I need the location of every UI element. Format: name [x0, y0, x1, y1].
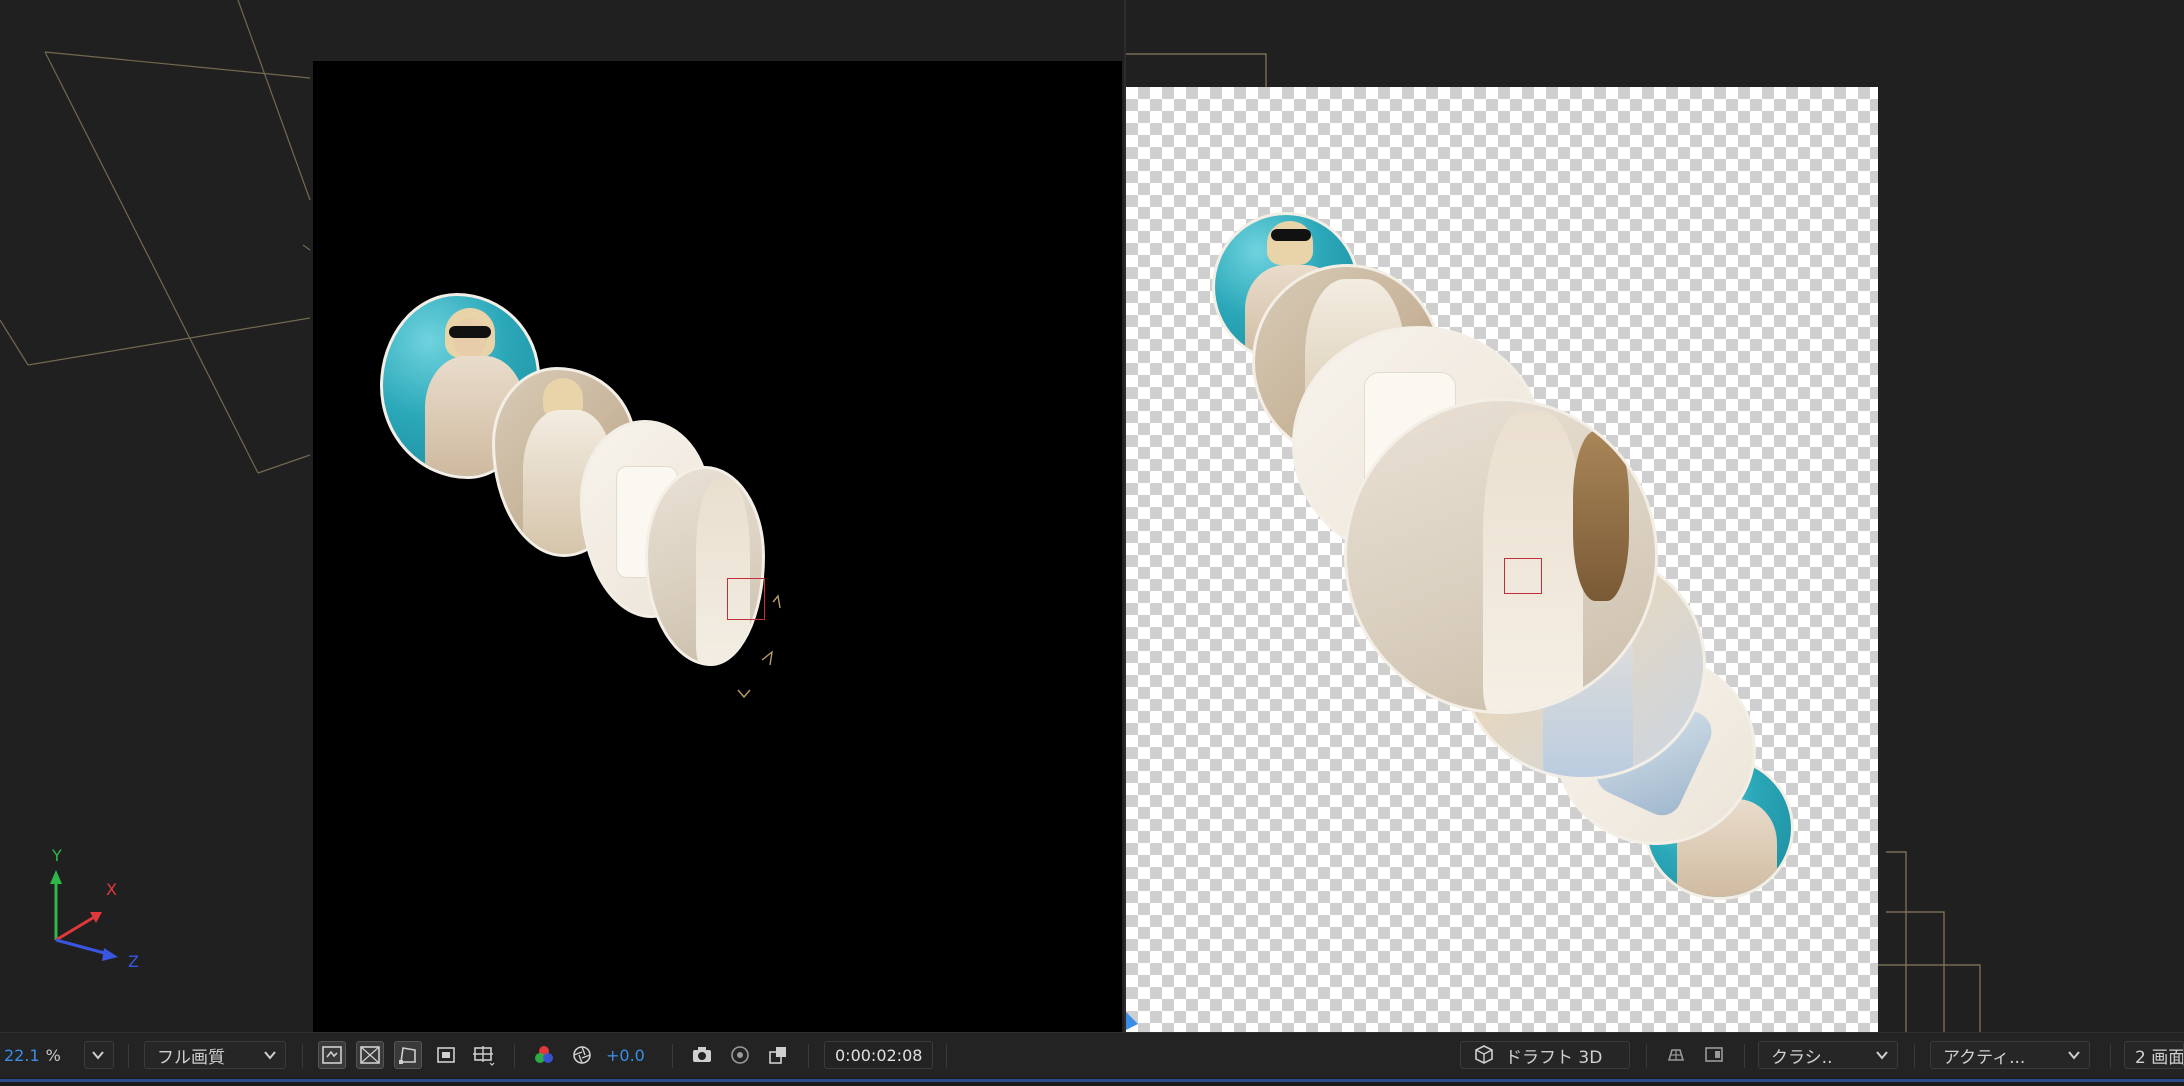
- draft-3d-icon: [1475, 1045, 1493, 1064]
- renderer-options-button[interactable]: [1700, 1039, 1728, 1071]
- draft-3d-toggle[interactable]: ドラフト 3D: [1460, 1039, 1630, 1071]
- pixel-aspect-button[interactable]: [764, 1039, 792, 1071]
- transparency-grid-button[interactable]: [356, 1039, 384, 1071]
- rgb-channels-icon: [535, 1046, 553, 1063]
- fast-previews-button[interactable]: [318, 1039, 346, 1071]
- zoom-unit: %: [45, 1045, 61, 1065]
- snapshot-button[interactable]: [688, 1039, 716, 1071]
- fast-preview-icon: [322, 1046, 342, 1064]
- renderer-icon: [1705, 1047, 1723, 1062]
- axis-y-label: Y: [52, 846, 62, 865]
- extended-viewer-button[interactable]: [1662, 1039, 1690, 1071]
- right-composition-viewer[interactable]: [1126, 0, 2184, 1032]
- resolution-dropdown[interactable]: フル画質: [144, 1039, 286, 1071]
- toolbar-separator: [514, 1044, 515, 1068]
- resolution-label: フル画質: [157, 1047, 225, 1068]
- ground-plane-icon: [1667, 1049, 1685, 1061]
- view-count-dropdown[interactable]: 2 画面: [2124, 1039, 2184, 1071]
- mask-path-icon: [399, 1047, 416, 1064]
- mask-visibility-button[interactable]: [394, 1039, 422, 1071]
- toolbar-separator: [2110, 1044, 2111, 1068]
- toolbar-separator: [808, 1044, 809, 1068]
- toolbar-separator: [1646, 1044, 1647, 1068]
- transparency-grid-icon: [360, 1046, 380, 1064]
- zoom-dropdown[interactable]: [84, 1039, 114, 1071]
- toolbar-separator: [672, 1044, 673, 1068]
- color-channels-button[interactable]: [530, 1039, 558, 1071]
- draft-3d-label: ドラフト 3D: [1505, 1047, 1603, 1068]
- axis-x-label: X: [106, 880, 117, 899]
- active-camera-dropdown[interactable]: アクティ...: [1930, 1039, 2090, 1071]
- zoom-level[interactable]: 22.1 %: [4, 1039, 61, 1071]
- view-layout-label: クラシ..: [1771, 1047, 1833, 1068]
- grid-guides-button[interactable]: [470, 1039, 498, 1071]
- chevron-down-icon: [1876, 1051, 1888, 1060]
- current-time-display[interactable]: 0:00:02:08: [824, 1039, 934, 1071]
- motion-path-guides: [737, 594, 781, 699]
- bottom-accent-strip: [0, 1078, 2184, 1086]
- active-camera-label: アクティ...: [1943, 1047, 2026, 1068]
- show-snapshot-button[interactable]: [726, 1039, 754, 1071]
- toolbar-separator: [128, 1044, 129, 1068]
- axis-z-label: Z: [128, 952, 139, 971]
- view-layout-dropdown[interactable]: クラシ..: [1758, 1039, 1898, 1071]
- region-of-interest-icon: [437, 1047, 455, 1063]
- exposure-reset-button[interactable]: [568, 1039, 596, 1071]
- exposure-aperture-icon: [573, 1046, 591, 1064]
- region-of-interest-button[interactable]: [432, 1039, 460, 1071]
- chevron-down-icon: [2068, 1051, 2080, 1060]
- exposure-value[interactable]: +0.0: [606, 1039, 645, 1071]
- chevron-down-icon: [264, 1051, 276, 1060]
- chevron-down-icon: [92, 1051, 104, 1060]
- toolbar-separator: [1744, 1044, 1745, 1068]
- blue-edge-marker: [1126, 1012, 1138, 1030]
- pixel-aspect-icon: [769, 1047, 786, 1064]
- view-count-label: 2 画面: [2135, 1047, 2184, 1068]
- timecode-value: 0:00:02:08: [835, 1045, 923, 1065]
- toolbar-separator: [302, 1044, 303, 1068]
- grid-guides-icon: [473, 1046, 495, 1066]
- zoom-value[interactable]: 22.1: [4, 1046, 40, 1065]
- toolbar-separator: [1914, 1044, 1915, 1068]
- show-snapshot-icon: [731, 1046, 749, 1064]
- exposure-label[interactable]: +0.0: [606, 1046, 645, 1065]
- toolbar-separator: [946, 1044, 947, 1068]
- left-3d-viewer[interactable]: Y X Z: [0, 0, 1124, 1032]
- camera-icon: [693, 1047, 711, 1062]
